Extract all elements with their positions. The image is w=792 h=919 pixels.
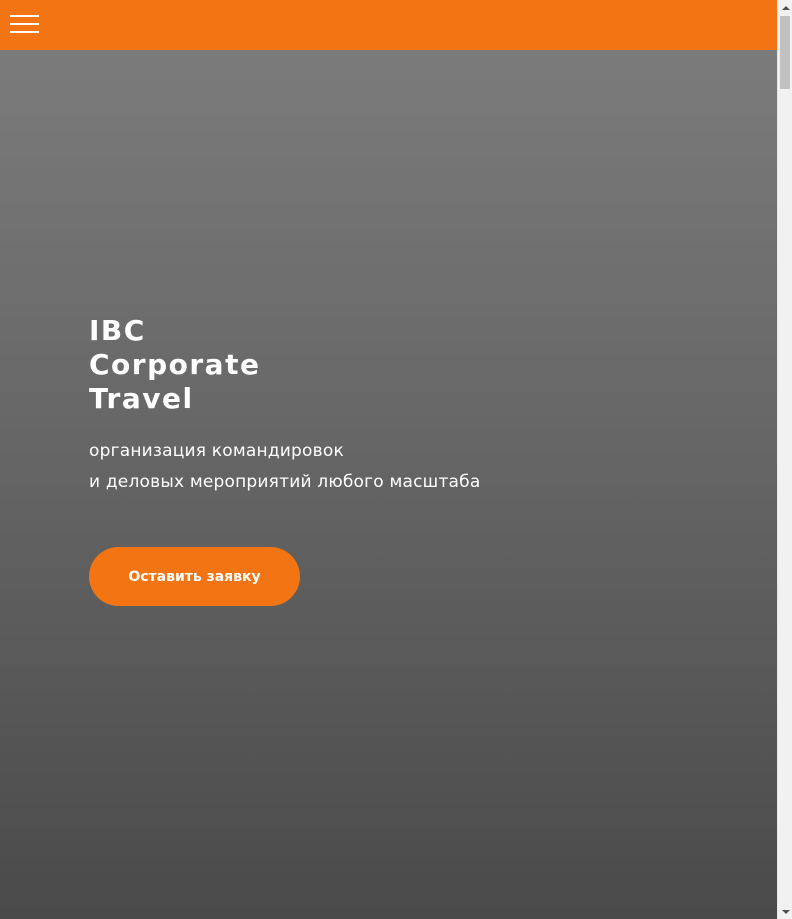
hamburger-menu-icon[interactable] [10,13,40,35]
page: IBC Corporate Travel организация команди… [0,0,792,919]
top-bar [0,0,777,50]
viewport: IBC Corporate Travel организация команди… [0,0,777,919]
menu-line [10,31,39,33]
submit-request-button[interactable]: Оставить заявку [89,547,300,606]
hero-title-line: Travel [89,382,194,415]
scrollbar-thumb[interactable] [780,16,790,89]
vertical-scrollbar[interactable] [777,0,792,919]
hero-title-line: Corporate [89,348,261,381]
scroll-up-arrow-icon[interactable] [778,0,792,15]
menu-line [10,23,39,25]
hero-title-line: IBC [89,314,146,347]
hero-title: IBC Corporate Travel [89,314,260,416]
scroll-down-arrow-icon[interactable] [778,904,792,919]
hero-subtitle-line: организация командировок [89,441,344,461]
menu-line [10,15,39,17]
hero-section: IBC Corporate Travel организация команди… [0,50,777,919]
hero-subtitle: организация командировок и деловых мероп… [89,436,480,498]
hero-subtitle-line: и деловых мероприятий любого масштаба [89,472,481,492]
